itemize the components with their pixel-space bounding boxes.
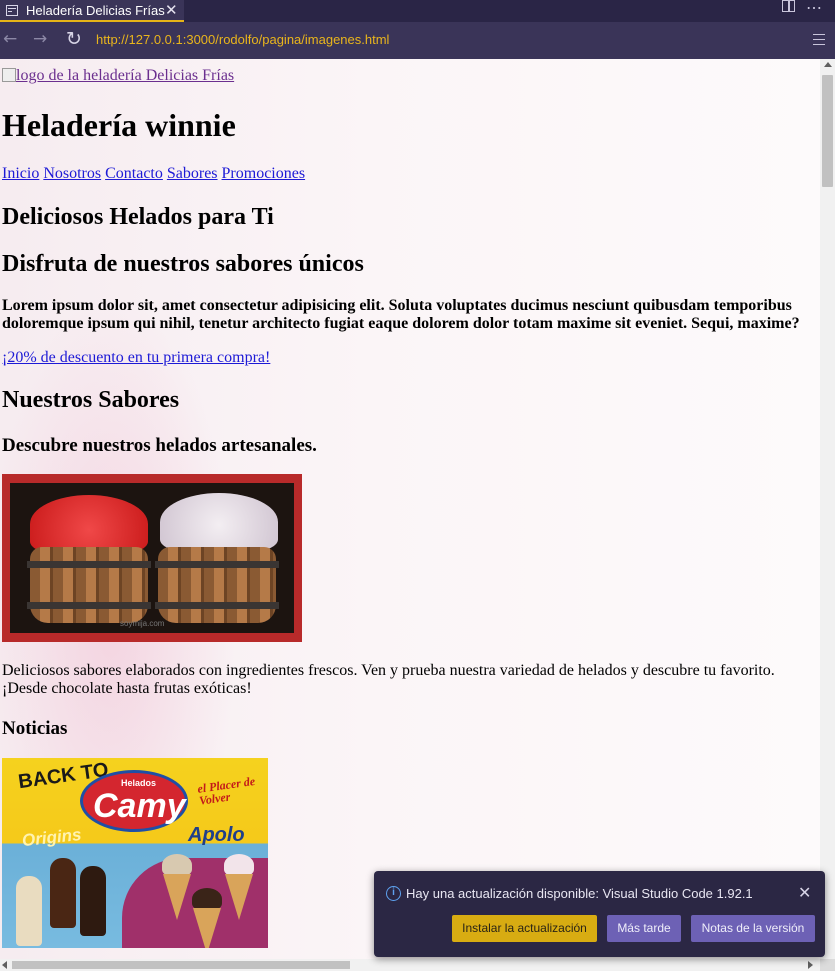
ice-cream-cone [163, 874, 191, 920]
back-arrow-icon[interactable]: ← [3, 29, 17, 49]
ice-cream-cone [193, 908, 221, 948]
notification-message: Hay una actualización disponible: Visual… [406, 886, 753, 901]
hero-text: Lorem ipsum dolor sit, amet consectetur … [2, 297, 800, 332]
ad-slogan: el Placer de Volver [196, 773, 256, 808]
menu-link-nosotros[interactable]: Nosotros [43, 165, 101, 182]
main-menu: Inicio Nosotros Contacto Sabores Promoci… [2, 165, 305, 183]
forward-arrow-icon[interactable]: → [33, 29, 47, 49]
flavors-heading: Nuestros Sabores [2, 387, 180, 413]
camy-logo: Helados Camy [80, 770, 188, 832]
hero-heading: Deliciosos Helados para Ti [2, 204, 274, 230]
later-button[interactable]: Más tarde [607, 915, 681, 942]
install-update-button[interactable]: Instalar la actualización [452, 915, 597, 942]
url-input[interactable]: http://127.0.0.1:3000/rodolfo/pagina/ima… [96, 32, 389, 47]
menu-link-sabores[interactable]: Sabores [167, 165, 218, 182]
page-title: Heladería winnie [2, 107, 236, 143]
camy-ad-image: BACK TO Helados Camy el Placer de Volver… [2, 758, 268, 948]
hero-subheading: Disfruta de nuestros sabores únicos [2, 251, 364, 277]
editor-tab-bar: Heladería Delicias Frías ✕ … [0, 0, 835, 22]
menu-link-inicio[interactable]: Inicio [2, 165, 39, 182]
wooden-barrel [27, 547, 151, 623]
tab-title: Heladería Delicias Frías [26, 3, 165, 18]
ice-cream-bar [80, 866, 106, 936]
preview-icon [6, 5, 18, 16]
scroll-up-arrow-icon[interactable] [824, 62, 832, 67]
news-heading: Noticias [2, 718, 68, 739]
ad-origins-text: Origins [21, 824, 83, 851]
menu-link-promociones[interactable]: Promociones [222, 165, 306, 182]
ice-cream-bar [16, 876, 42, 946]
split-editor-icon[interactable] [782, 0, 795, 12]
browser-tab[interactable]: Heladería Delicias Frías ✕ [0, 0, 184, 22]
close-icon[interactable]: ✕ [165, 1, 178, 19]
vertical-scroll-thumb[interactable] [822, 75, 833, 187]
scrollbar-corner [820, 959, 835, 971]
reload-icon[interactable]: ↻ [66, 28, 82, 50]
info-icon: i [386, 886, 401, 901]
vertical-scrollbar[interactable] [820, 59, 835, 959]
scroll-right-arrow-icon[interactable] [808, 961, 813, 969]
release-notes-button[interactable]: Notas de la versión [691, 915, 815, 942]
red-ice-cream [30, 495, 148, 553]
more-actions-icon[interactable]: … [806, 0, 823, 13]
browser-navbar: ← → ↻ http://127.0.0.1:3000/rodolfo/pagi… [0, 22, 835, 59]
ice-cream-bar [50, 858, 76, 928]
promo-link[interactable]: ¡20% de descuento en tu primera compra! [2, 349, 270, 367]
menu-icon[interactable] [813, 34, 825, 45]
menu-link-contacto[interactable]: Contacto [105, 165, 163, 182]
image-watermark: soymija.com [120, 619, 165, 628]
close-icon[interactable]: ✕ [798, 883, 811, 902]
logo-link[interactable]: logo de la heladería Delicias Frías [2, 67, 234, 85]
horizontal-scroll-thumb[interactable] [12, 961, 350, 969]
white-ice-cream [160, 493, 278, 551]
broken-image-icon [2, 68, 16, 82]
wooden-barrel [155, 547, 279, 623]
ice-cream-cone [225, 874, 253, 920]
update-notification: i Hay una actualización disponible: Visu… [374, 871, 825, 957]
horizontal-scrollbar[interactable] [0, 959, 820, 971]
logo-alt-text: logo de la heladería Delicias Frías [16, 67, 235, 84]
flavors-subheading: Descubre nuestros helados artesanales. [2, 435, 317, 456]
ice-cream-barrels-image: soymija.com [2, 474, 302, 642]
flavors-text: Deliciosos sabores elaborados con ingred… [2, 662, 775, 697]
page-viewport: logo de la heladería Delicias Frías Hela… [0, 59, 820, 959]
ad-apolo-text: Apolo [188, 824, 245, 846]
scroll-left-arrow-icon[interactable] [2, 961, 7, 969]
